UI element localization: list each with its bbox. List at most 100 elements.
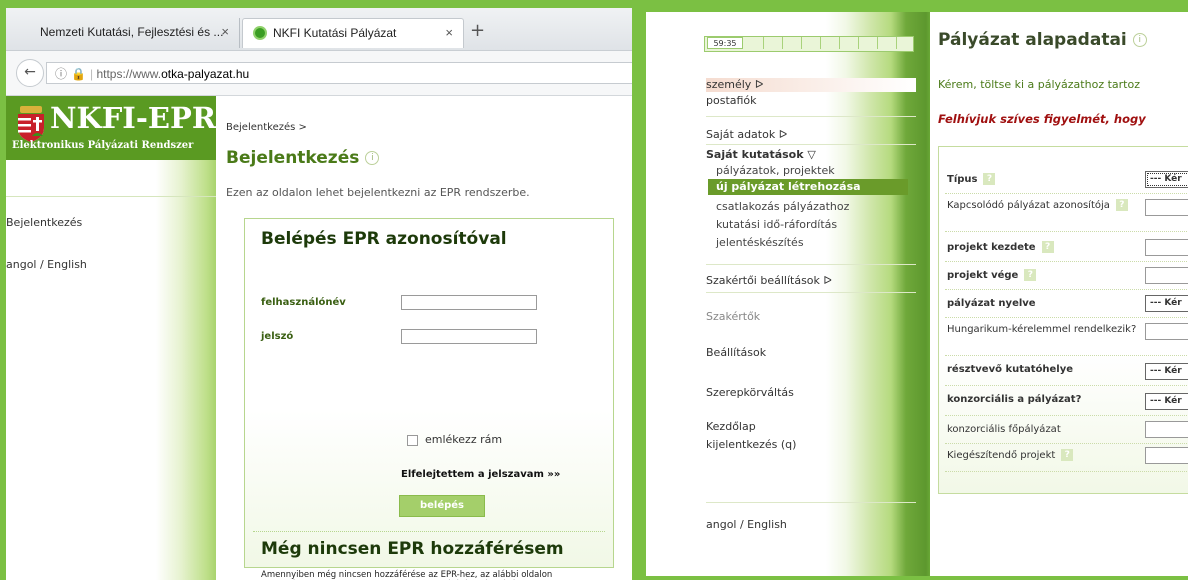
url-bar: ← ⓘ 🔒 | https://www.otka-palyazat.hu xyxy=(6,51,632,96)
divider xyxy=(253,531,605,532)
menu-home[interactable]: Kezdőlap xyxy=(706,420,756,433)
menu-language[interactable]: angol / English xyxy=(706,518,787,531)
divider xyxy=(945,415,1188,416)
menu-person[interactable]: személy ᐅ xyxy=(706,78,763,91)
divider xyxy=(706,502,916,503)
sidebar: 59:35 személy ᐅ postafiók Saját adatok ᐅ… xyxy=(646,12,936,576)
sidebar-item-login[interactable]: Bejelentkezés xyxy=(6,216,82,229)
field-label-research-site: résztvevő kutatóhelye xyxy=(947,364,1074,375)
tab-label: NKFI Kutatási Pályázat xyxy=(273,26,397,40)
menu-role-switch[interactable]: Szerepkörváltás xyxy=(706,386,794,399)
menu-reporting[interactable]: jelentéskészítés xyxy=(716,236,804,249)
url-domain: otka-palyazat.hu xyxy=(161,67,250,81)
hungarikum-input[interactable] xyxy=(1145,323,1188,340)
main-content: Pályázat alapadatai i Kérem, töltse ki a … xyxy=(930,12,1188,576)
sidebar: NKFI-EPR Elektronikus Pályázati Rendszer… xyxy=(6,96,216,580)
menu-own-research[interactable]: Saját kutatások ▽ xyxy=(706,148,816,161)
research-site-select[interactable]: --- Kér xyxy=(1145,363,1188,380)
info-icon[interactable]: i xyxy=(1132,33,1147,47)
divider xyxy=(706,116,916,117)
login-box: Belépés EPR azonosítóval felhasználónév … xyxy=(244,218,614,580)
divider xyxy=(945,289,1188,290)
timer-scale xyxy=(745,37,913,49)
divider xyxy=(945,443,1188,444)
remember-checkbox[interactable] xyxy=(407,435,418,446)
proposal-form: Típus? --- Kér Kapcsolódó pályázat azono… xyxy=(938,146,1188,494)
menu-new-proposal[interactable]: új pályázat létrehozása xyxy=(708,179,908,195)
tab-label: Nemzeti Kutatási, Fejlesztési és ... xyxy=(40,25,224,39)
new-tab-icon[interactable]: + xyxy=(470,20,485,41)
menu-expert-settings[interactable]: Szakértői beállítások ᐅ xyxy=(706,274,832,287)
help-icon[interactable]: ? xyxy=(983,173,996,185)
menu-settings[interactable]: Beállítások xyxy=(706,346,766,359)
field-label-type: Típus? xyxy=(947,173,1147,186)
supplementary-input[interactable] xyxy=(1145,447,1188,464)
help-icon[interactable]: ? xyxy=(1115,199,1128,211)
menu-logout[interactable]: kijelentkezés (q) xyxy=(706,438,796,451)
no-access-heading: Még nincsen EPR hozzáférésem xyxy=(261,539,564,559)
menu-mailbox[interactable]: postafiók xyxy=(706,94,757,107)
project-end-input[interactable] xyxy=(1145,267,1188,284)
divider xyxy=(945,261,1188,262)
field-label-language: pályázat nyelve xyxy=(947,298,1036,309)
field-label-project-start: projekt kezdete? xyxy=(947,241,1147,254)
intro-text: Ezen az oldalon lehet bejelentkezni az E… xyxy=(226,186,530,199)
hungarian-crest-icon xyxy=(18,106,44,142)
related-id-input[interactable] xyxy=(1145,199,1188,216)
url-prefix: https://www. xyxy=(96,67,162,81)
project-start-input[interactable] xyxy=(1145,239,1188,256)
favicon-icon xyxy=(253,26,267,40)
password-label: jelszó xyxy=(261,331,294,342)
timer-value: 59:35 xyxy=(707,37,743,49)
login-heading: Belépés EPR azonosítóval xyxy=(261,229,507,249)
divider xyxy=(945,385,1188,386)
menu-own-data[interactable]: Saját adatok ᐅ xyxy=(706,128,787,141)
breadcrumb[interactable]: Bejelentkezés > xyxy=(226,122,307,133)
divider xyxy=(945,317,1188,318)
no-access-text[interactable]: Amennyiben még nincsen hozzáférése az EP… xyxy=(261,570,581,580)
divider xyxy=(706,292,916,293)
nkfi-login-page: NKFI-EPR Elektronikus Pályázati Rendszer… xyxy=(6,96,632,580)
sidebar-item-language[interactable]: angol / English xyxy=(6,258,87,271)
warning-text: Felhívjuk szíves figyelmét, hogy xyxy=(938,112,1146,126)
session-timer: 59:35 xyxy=(704,36,914,52)
tab-nkfi[interactable]: NKFI Kutatási Pályázat × xyxy=(242,18,464,48)
back-arrow-icon[interactable]: ← xyxy=(16,59,44,87)
menu-proposals-projects[interactable]: pályázatok, projektek xyxy=(716,164,835,177)
remember-label: emlékezz rám xyxy=(425,433,503,446)
help-icon[interactable]: ? xyxy=(1024,269,1037,281)
page-title-text: Bejelentkezés xyxy=(226,148,360,168)
address-field[interactable]: ⓘ 🔒 | https://www.otka-palyazat.hu xyxy=(46,62,632,84)
menu-join-proposal[interactable]: csatlakozás pályázathoz xyxy=(716,200,849,213)
username-input[interactable] xyxy=(401,295,537,310)
divider xyxy=(945,471,1188,472)
help-icon[interactable]: ? xyxy=(1061,449,1074,461)
login-button[interactable]: belépés xyxy=(399,495,485,517)
close-tab-icon[interactable]: × xyxy=(221,18,229,46)
help-icon[interactable]: ? xyxy=(1041,241,1054,253)
field-label-related-id: Kapcsolódó pályázat azonosítója? xyxy=(947,199,1147,212)
divider xyxy=(945,231,1188,232)
divider xyxy=(706,264,916,265)
forgot-password-link[interactable]: Elfelejtettem a jelszavam »» xyxy=(401,469,560,480)
divider xyxy=(6,196,216,197)
divider xyxy=(945,355,1188,356)
info-icon[interactable]: ⓘ xyxy=(55,67,67,81)
field-label-consortium: konzorciális a pályázat? xyxy=(947,394,1082,405)
menu-experts[interactable]: Szakértők xyxy=(706,310,760,323)
language-select[interactable]: --- Kér xyxy=(1145,295,1188,312)
password-input[interactable] xyxy=(401,329,537,344)
consortium-main-input[interactable] xyxy=(1145,421,1188,438)
tab-nemzeti[interactable]: Nemzeti Kutatási, Fejlesztési és ... × xyxy=(12,18,240,48)
username-label: felhasználónév xyxy=(261,297,346,308)
logo: NKFI-EPR Elektronikus Pályázati Rendszer xyxy=(6,96,216,160)
info-icon[interactable]: i xyxy=(365,151,380,165)
brand-subtitle: Elektronikus Pályázati Rendszer xyxy=(12,140,194,151)
field-label-consortium-main: konzorciális főpályázat xyxy=(947,424,1061,435)
close-tab-icon[interactable]: × xyxy=(445,19,453,47)
label-text: projekt kezdete xyxy=(947,242,1036,253)
field-label-supplementary: Kiegészítendő projekt? xyxy=(947,449,1147,462)
menu-research-time[interactable]: kutatási idő-ráfordítás xyxy=(716,218,837,231)
consortium-select[interactable]: --- Kér xyxy=(1145,393,1188,410)
type-select[interactable]: --- Kér xyxy=(1145,171,1188,188)
